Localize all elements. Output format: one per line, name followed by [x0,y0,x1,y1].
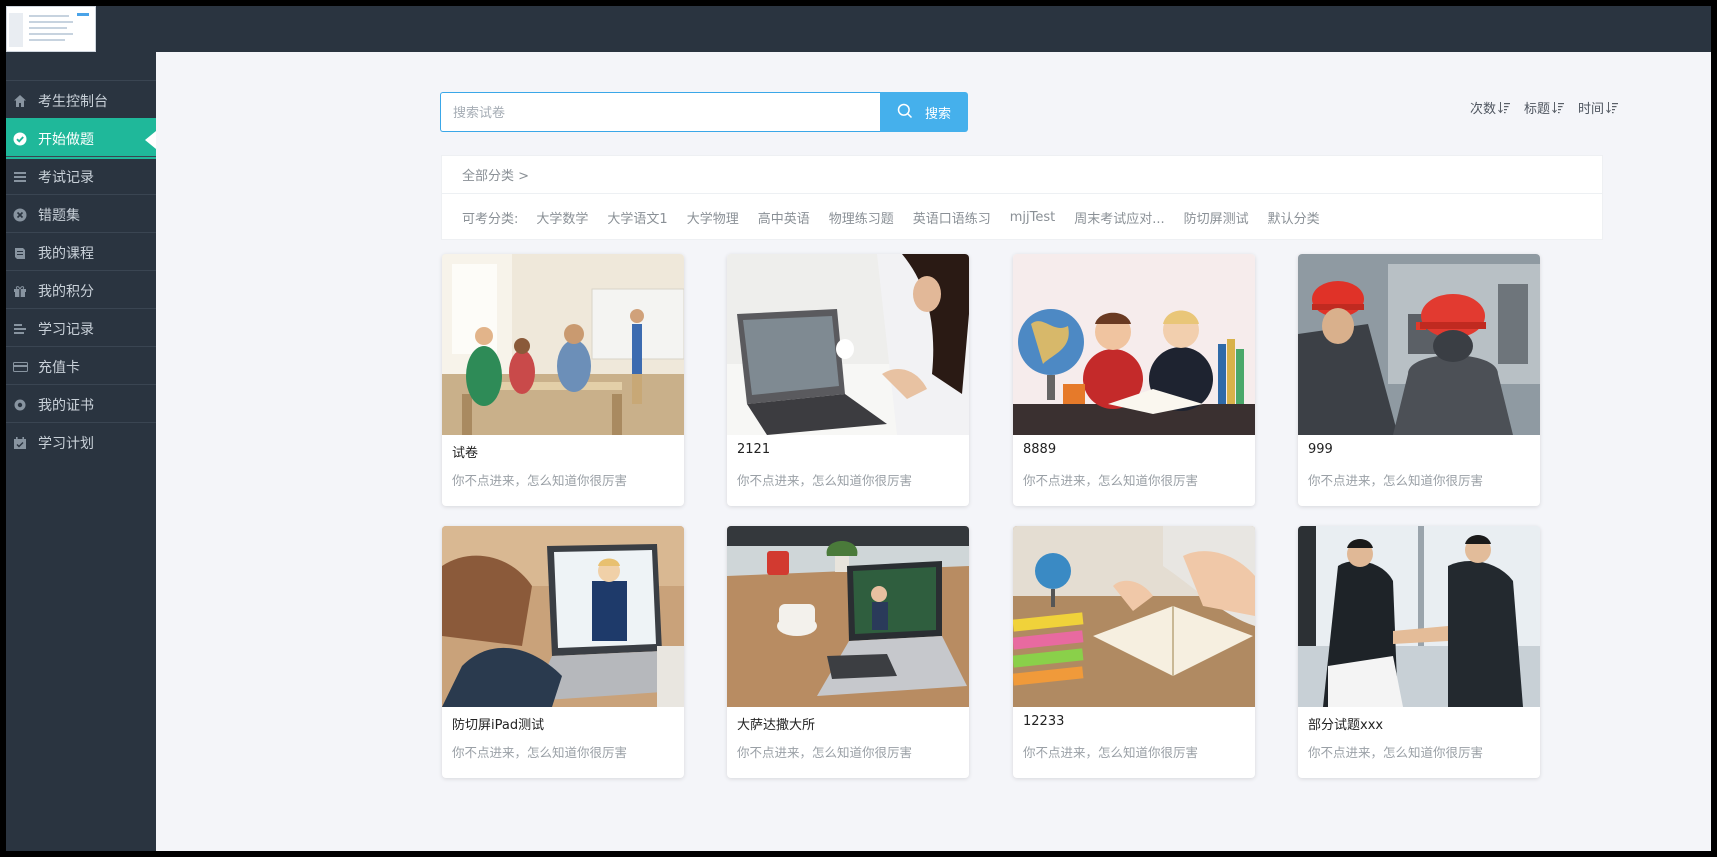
sidebar-item-study-plan[interactable]: 学习计划 [6,422,156,463]
sort-label: 次数 [1469,102,1496,117]
sidebar: 考生控制台 开始做题 考试记录 错题集 我的课程 我的积分 学习记录 充值卡 我… [6,52,156,851]
category-list: 可考分类: 大学数学 大学语文1 大学物理 高中英语 物理练习题 英语口语练习 … [462,194,1339,240]
sidebar-item-my-points[interactable]: 我的积分 [6,270,156,311]
exam-card[interactable]: 8889 你不点进来，怎么知道你很厉害 [1013,254,1255,506]
sidebar-item-label: 开始做题 [38,132,94,148]
sidebar-item-label: 我的证书 [38,398,94,414]
card-image-laptop-desk [727,526,969,707]
search-button[interactable]: 搜索 [880,92,968,132]
list-icon [12,169,28,185]
card-image-video-call [442,526,684,707]
sort-by-time[interactable]: 时间 [1578,98,1618,117]
category-item[interactable]: 周末考试应对... [1074,208,1164,227]
home-icon [12,93,28,109]
card-image-laptop-woman [727,254,969,435]
card-title: 部分试题xxx [1308,718,1384,733]
card-description: 你不点进来，怎么知道你很厉害 [1308,473,1484,488]
card-icon [12,359,28,375]
sidebar-item-my-courses[interactable]: 我的课程 [6,232,156,273]
category-item[interactable]: 物理练习题 [829,208,894,227]
sort-label: 时间 [1577,102,1604,117]
card-image-handshake [1298,526,1540,707]
sidebar-item-label: 我的课程 [38,246,94,262]
exam-card[interactable]: 12233 你不点进来，怎么知道你很厉害 [1013,526,1255,778]
sidebar-item-label: 错题集 [38,208,80,224]
sidebar-item-my-certificates[interactable]: 我的证书 [6,384,156,425]
card-description: 你不点进来，怎么知道你很厉害 [737,473,913,488]
card-title: 试卷 [452,446,479,461]
card-title: 防切屏iPad测试 [452,718,545,733]
card-title: 999 [1308,442,1333,457]
sidebar-item-label: 考试记录 [38,170,94,186]
badge-icon [12,397,28,413]
lines-icon [12,321,28,337]
sidebar-item-label: 考生控制台 [38,94,108,110]
card-description: 你不点进来，怎么知道你很厉害 [1308,745,1484,760]
sidebar-item-start-practice[interactable]: 开始做题 [6,118,156,159]
category-item[interactable]: 大学数学 [536,208,588,227]
all-categories-link[interactable]: 全部分类 > [462,156,529,193]
sort-desc-icon [1498,102,1510,114]
top-bar [6,6,1711,52]
sidebar-item-recharge-card[interactable]: 充值卡 [6,346,156,387]
exam-card[interactable]: 部分试题xxx 你不点进来，怎么知道你很厉害 [1298,526,1540,778]
sort-bar: 次数 标题 时间 [1470,98,1618,117]
card-image-hardhat-workers [1298,254,1540,435]
search-bar: 搜索 [440,92,968,132]
exam-card[interactable]: 防切屏iPad测试 你不点进来，怎么知道你很厉害 [442,526,684,778]
category-item[interactable]: 大学语文1 [607,208,667,227]
main-content: 搜索 次数 标题 时间 全部分类 > 可考分类: 大学数学 大学语文 [156,52,1711,851]
sidebar-item-learning-records[interactable]: 学习记录 [6,308,156,349]
sidebar-item-label: 充值卡 [38,360,80,376]
sort-by-title[interactable]: 标题 [1524,98,1564,117]
sidebar-item-label: 学习记录 [38,322,94,338]
exam-card[interactable]: 999 你不点进来，怎么知道你很厉害 [1298,254,1540,506]
close-circle-icon [12,207,28,223]
calendar-icon [12,435,28,451]
logo-thumbnail[interactable] [6,6,96,52]
sort-by-count[interactable]: 次数 [1470,98,1510,117]
sidebar-item-label: 我的积分 [38,284,94,300]
sidebar-item-label: 学习计划 [38,436,94,452]
card-image-classroom [442,254,684,435]
card-description: 你不点进来，怎么知道你很厉害 [1023,473,1199,488]
category-item[interactable]: 英语口语练习 [913,208,991,227]
card-description: 你不点进来，怎么知道你很厉害 [452,473,628,488]
card-title: 2121 [737,442,771,457]
search-button-label: 搜索 [924,105,951,121]
category-item[interactable]: 防切屏测试 [1184,208,1249,227]
exam-card[interactable]: 大萨达撒大所 你不点进来，怎么知道你很厉害 [727,526,969,778]
card-title: 12233 [1023,714,1065,729]
card-description: 你不点进来，怎么知道你很厉害 [1023,745,1199,760]
category-filter: 全部分类 > 可考分类: 大学数学 大学语文1 大学物理 高中英语 物理练习题 … [441,155,1603,240]
category-item[interactable]: 大学物理 [687,208,739,227]
book-icon [12,245,28,261]
card-image-kids-globe [1013,254,1255,435]
category-list-label: 可考分类: [462,211,519,227]
exam-card[interactable]: 2121 你不点进来，怎么知道你很厉害 [727,254,969,506]
category-item[interactable]: mjjTest [1010,210,1056,225]
sort-desc-icon [1552,102,1564,114]
sidebar-item-wrong-questions[interactable]: 错题集 [6,194,156,235]
category-item[interactable]: 高中英语 [758,208,810,227]
app-frame: 考生控制台 开始做题 考试记录 错题集 我的课程 我的积分 学习记录 充值卡 我… [6,6,1711,851]
card-image-books-study [1013,526,1255,707]
check-circle-icon [12,131,28,147]
category-item[interactable]: 默认分类 [1268,208,1320,227]
sort-desc-icon [1606,102,1618,114]
sidebar-item-exam-records[interactable]: 考试记录 [6,156,156,197]
card-title: 8889 [1023,442,1057,457]
search-icon [897,103,913,122]
card-description: 你不点进来，怎么知道你很厉害 [452,745,628,760]
card-description: 你不点进来，怎么知道你很厉害 [737,745,913,760]
card-title: 大萨达撒大所 [737,718,816,733]
search-input[interactable] [440,92,880,132]
gift-icon [12,283,28,299]
exam-card[interactable]: 试卷 你不点进来，怎么知道你很厉害 [442,254,684,506]
sidebar-item-dashboard[interactable]: 考生控制台 [6,80,156,121]
sort-label: 标题 [1523,102,1550,117]
